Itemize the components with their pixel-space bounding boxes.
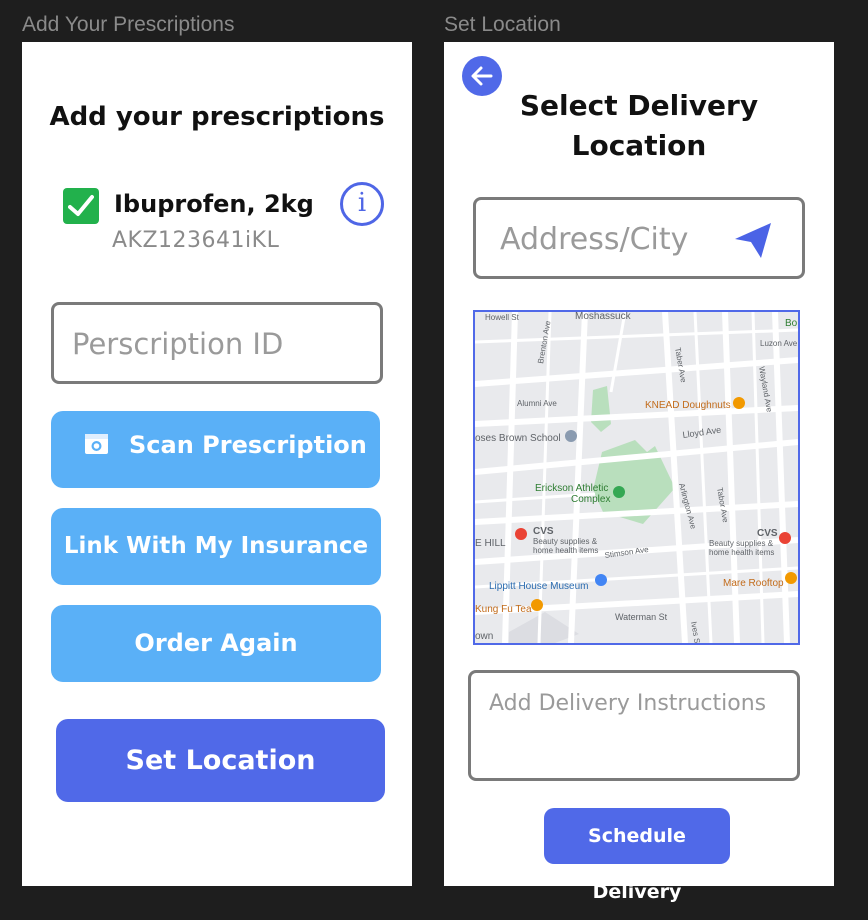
map-label: Waterman St: [615, 612, 668, 622]
map-label: Lippitt House Museum: [489, 581, 589, 592]
map-label: Mare Rooftop: [723, 578, 784, 589]
map-label: CVS: [757, 528, 778, 539]
prescriptions-screen: Add your prescriptions Ibuprofen, 2kg AK…: [22, 42, 412, 886]
map-label: Moshassuck: [575, 312, 632, 322]
navigation-arrow-icon[interactable]: [732, 220, 774, 262]
location-screen: Select Delivery Location Address/City Mo…: [444, 42, 834, 903]
map-label: home health items: [709, 548, 774, 557]
prescription-code: AKZ123641iKL: [112, 228, 280, 253]
title-line-2: Location: [571, 129, 707, 162]
map-label: Alumni Ave: [517, 399, 557, 408]
frame-label-location: Set Location: [444, 13, 561, 36]
map-label: E HILL: [475, 538, 506, 549]
map-canvas: Moshassuck Howell St Brenton Ave Taber A…: [475, 312, 798, 643]
map-label: Luzon Ave: [760, 339, 798, 348]
info-icon[interactable]: i: [340, 182, 384, 226]
check-icon[interactable]: [63, 188, 99, 224]
page-title: Select Delivery Location: [444, 86, 834, 166]
scan-prescription-label: Scan Prescription: [129, 431, 367, 459]
map-label: Complex: [571, 494, 610, 505]
prescription-id-input[interactable]: Perscription ID: [51, 302, 383, 384]
map-label: Erickson Athletic: [535, 483, 608, 494]
title-line-1: Select Delivery: [519, 89, 759, 122]
map-label: Bo: [785, 318, 798, 329]
set-location-button[interactable]: Set Location: [56, 719, 385, 802]
delivery-instructions-placeholder: Add Delivery Instructions: [489, 691, 767, 716]
map-view[interactable]: Moshassuck Howell St Brenton Ave Taber A…: [473, 310, 800, 645]
map-label: own: [475, 631, 493, 642]
schedule-delivery-button[interactable]: Schedule Delivery: [544, 808, 730, 903]
prescription-name: Ibuprofen, 2kg: [114, 190, 314, 218]
map-label: KNEAD Doughnuts: [645, 400, 731, 411]
scan-prescription-button[interactable]: Scan Prescription: [51, 411, 380, 488]
link-insurance-button[interactable]: Link With My Insurance: [51, 508, 381, 585]
prescription-id-placeholder: Perscription ID: [72, 327, 284, 361]
address-placeholder: Address/City: [500, 222, 689, 257]
map-label: oses Brown School: [475, 433, 561, 444]
page-title: Add your prescriptions: [49, 102, 385, 132]
map-label: Beauty supplies &: [709, 539, 774, 548]
camera-icon: [85, 434, 108, 454]
map-label: Kung Fu Tea: [475, 604, 532, 615]
map-label: Beauty supplies &: [533, 537, 598, 546]
delivery-instructions-input[interactable]: Add Delivery Instructions: [468, 670, 800, 781]
map-label: home health items: [533, 546, 598, 555]
map-label: Howell St: [485, 313, 520, 322]
address-input[interactable]: Address/City: [473, 197, 805, 279]
order-again-button[interactable]: Order Again: [51, 605, 381, 682]
frame-label-prescriptions: Add Your Prescriptions: [22, 13, 235, 36]
map-label: CVS: [533, 526, 554, 537]
